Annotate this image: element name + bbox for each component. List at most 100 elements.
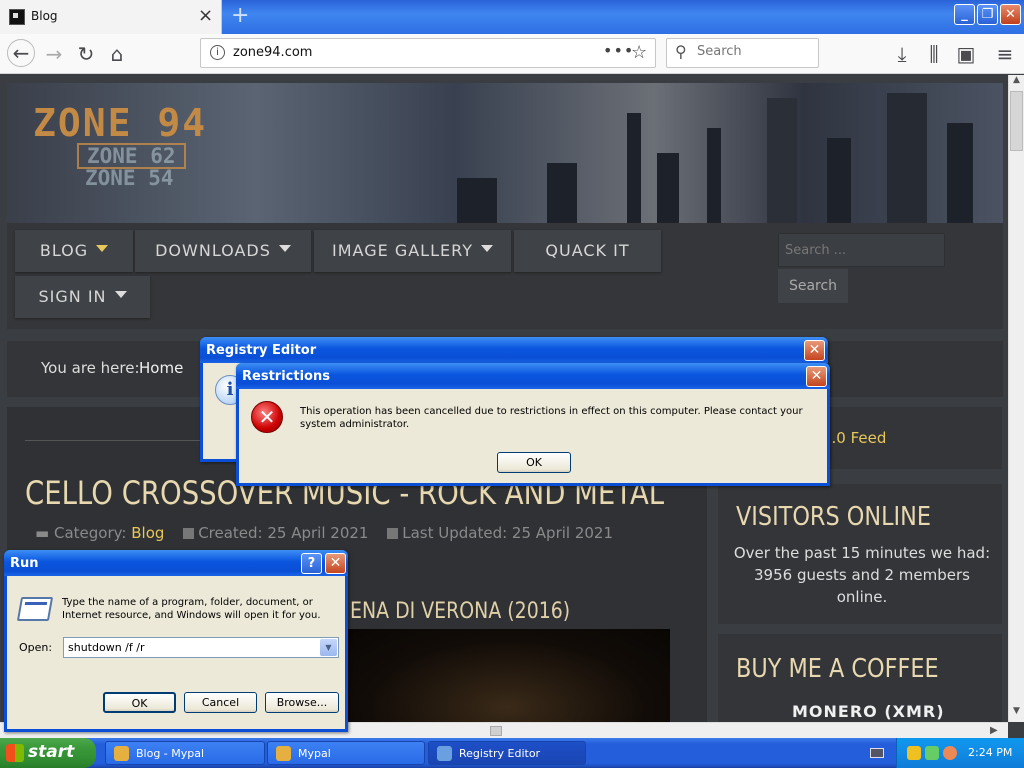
coffee-module: BUY ME A COFFEE MONERO (XMR): [718, 634, 1002, 722]
window-restore-button[interactable]: ❐: [977, 4, 998, 25]
site-nav: BLOG DOWNLOADS IMAGE GALLERY QUACK IT SI…: [7, 223, 1003, 329]
browse-button[interactable]: Browse...: [265, 692, 339, 713]
updated-date: Last Updated: 25 April 2021: [402, 524, 614, 542]
new-tab-icon[interactable]: +: [231, 3, 249, 28]
search-tray-icon[interactable]: [943, 746, 957, 760]
security-shield-icon[interactable]: [907, 746, 921, 760]
restrictions-dialog: Restrictions ✕ ✕ This operation has been…: [236, 363, 830, 486]
taskbar: start Blog - Mypal Mypal Registry Editor…: [0, 738, 1024, 768]
scroll-down-icon[interactable]: ▼: [1009, 706, 1024, 722]
bookmark-star-icon[interactable]: ☆: [631, 42, 647, 63]
nav-downloads[interactable]: DOWNLOADS: [135, 230, 311, 272]
site-search-button[interactable]: Search: [778, 269, 848, 303]
chevron-down-icon: [480, 245, 493, 252]
chevron-down-icon: [278, 245, 291, 252]
coffee-subtitle: MONERO (XMR): [792, 702, 945, 721]
tab-blog[interactable]: Blog ×: [0, 0, 222, 34]
ok-button[interactable]: OK: [103, 692, 176, 713]
video-embed[interactable]: [345, 629, 670, 722]
nav-sign-in[interactable]: SIGN IN: [15, 276, 150, 318]
windows-flag-icon: [6, 744, 24, 762]
close-icon[interactable]: ✕: [804, 340, 825, 361]
visitors-module: VISITORS ONLINE Over the past 15 minutes…: [718, 484, 1002, 624]
download-icon[interactable]: ⤓: [889, 41, 915, 67]
home-icon[interactable]: ⌂: [104, 41, 130, 67]
calendar-icon: [183, 528, 195, 539]
site-info-icon[interactable]: i: [210, 45, 225, 60]
library-icon[interactable]: ⫼: [921, 41, 947, 67]
site-logo[interactable]: ZONE 94: [33, 101, 207, 145]
close-icon[interactable]: ✕: [325, 553, 346, 574]
scroll-thumb[interactable]: [490, 726, 502, 736]
tab-close-icon[interactable]: ×: [198, 6, 213, 26]
network-icon[interactable]: [925, 746, 939, 760]
visitors-text: Over the past 15 minutes we had: 3956 gu…: [733, 544, 991, 606]
window-minimize-button[interactable]: _: [954, 4, 975, 25]
rss-feed-link[interactable]: 2.0 Feed: [822, 429, 886, 447]
run-icon: [16, 597, 54, 621]
browser-tab-bar: Blog × + _ ❐ ✕: [0, 0, 1024, 34]
mypal-icon: [114, 746, 129, 761]
back-arrow-icon[interactable]: ←: [7, 39, 35, 67]
hamburger-menu-icon[interactable]: ≡: [992, 41, 1018, 67]
regedit-icon: [437, 746, 452, 761]
help-icon[interactable]: ?: [301, 553, 322, 574]
open-input[interactable]: shutdown /f /r: [68, 641, 144, 654]
url-text[interactable]: zone94.com: [233, 45, 312, 60]
dialog-title[interactable]: Run: [4, 550, 348, 576]
scroll-thumb[interactable]: [1010, 91, 1023, 151]
ok-button[interactable]: OK: [497, 452, 571, 473]
dialog-title[interactable]: Restrictions: [236, 363, 830, 389]
run-description: Type the name of a program, folder, docu…: [62, 597, 321, 621]
site-logo-sub2: ZONE 54: [85, 166, 174, 190]
nav-quack-it[interactable]: QUACK IT: [514, 230, 661, 272]
video-title: ENA DI VERONA (2016): [350, 599, 571, 624]
site-favicon-icon: [9, 9, 25, 25]
taskbar-item-mypal[interactable]: Mypal: [267, 741, 425, 765]
sidebar-icon[interactable]: ▣: [953, 41, 979, 67]
scroll-right-icon[interactable]: ▶: [990, 725, 998, 736]
url-bar[interactable]: i zone94.com ••• ☆: [200, 38, 656, 68]
mypal-icon: [276, 746, 291, 761]
error-message: This operation has been cancelled due to…: [300, 406, 803, 430]
chevron-down-icon: [114, 291, 127, 298]
calendar-icon: [387, 528, 399, 539]
visitors-title: VISITORS ONLINE: [736, 502, 932, 532]
article-meta: ▬ Category: Blog Created: 25 April 2021 …: [35, 524, 614, 542]
nav-image-gallery[interactable]: IMAGE GALLERY: [314, 230, 511, 272]
browser-nav-bar: ← → ↻ ⌂ i zone94.com ••• ☆ ⚲ ⤓ ⫼ ▣ ≡: [0, 34, 1024, 74]
forward-arrow-icon[interactable]: →: [41, 41, 67, 67]
breadcrumb-label: You are here:: [41, 359, 140, 377]
site-search-input[interactable]: Search ...: [778, 233, 945, 267]
browser-search-input[interactable]: [697, 44, 812, 59]
scroll-up-icon[interactable]: ▲: [1009, 75, 1024, 91]
site-banner: ZONE 94 ZONE 62 ZONE 54: [7, 83, 1003, 223]
nav-blog[interactable]: BLOG: [15, 230, 133, 272]
tab-title: Blog: [31, 9, 58, 23]
open-combobox[interactable]: shutdown /f /r ▼: [63, 637, 339, 658]
reload-icon[interactable]: ↻: [73, 41, 99, 67]
created-date: Created: 25 April 2021: [198, 524, 369, 542]
keyboard-icon[interactable]: [870, 748, 884, 758]
page-actions-icon[interactable]: •••: [603, 41, 634, 60]
clock: 2:24 PM: [968, 746, 1013, 759]
window-close-button[interactable]: ✕: [1000, 4, 1021, 25]
open-label: Open:: [19, 641, 53, 654]
error-icon: ✕: [251, 401, 283, 433]
vertical-scrollbar[interactable]: ▲ ▼: [1008, 75, 1024, 722]
taskbar-item-registry-editor[interactable]: Registry Editor: [428, 741, 586, 765]
category-link[interactable]: Blog: [131, 524, 164, 542]
close-icon[interactable]: ✕: [806, 366, 827, 387]
taskbar-item-blog-mypal[interactable]: Blog - Mypal: [105, 741, 265, 765]
coffee-title: BUY ME A COFFEE: [736, 654, 939, 684]
browser-search-bar[interactable]: ⚲: [666, 38, 819, 68]
breadcrumb-home-link[interactable]: Home: [139, 359, 183, 377]
chevron-down-icon: [96, 245, 109, 252]
search-icon: ⚲: [675, 42, 687, 61]
run-dialog: Run ? ✕ Type the name of a program, fold…: [4, 550, 348, 732]
chevron-down-icon[interactable]: ▼: [320, 639, 337, 656]
folder-icon: ▬: [35, 524, 50, 542]
start-button[interactable]: start: [0, 738, 96, 768]
cancel-button[interactable]: Cancel: [184, 692, 257, 713]
dialog-title[interactable]: Registry Editor: [200, 337, 828, 363]
